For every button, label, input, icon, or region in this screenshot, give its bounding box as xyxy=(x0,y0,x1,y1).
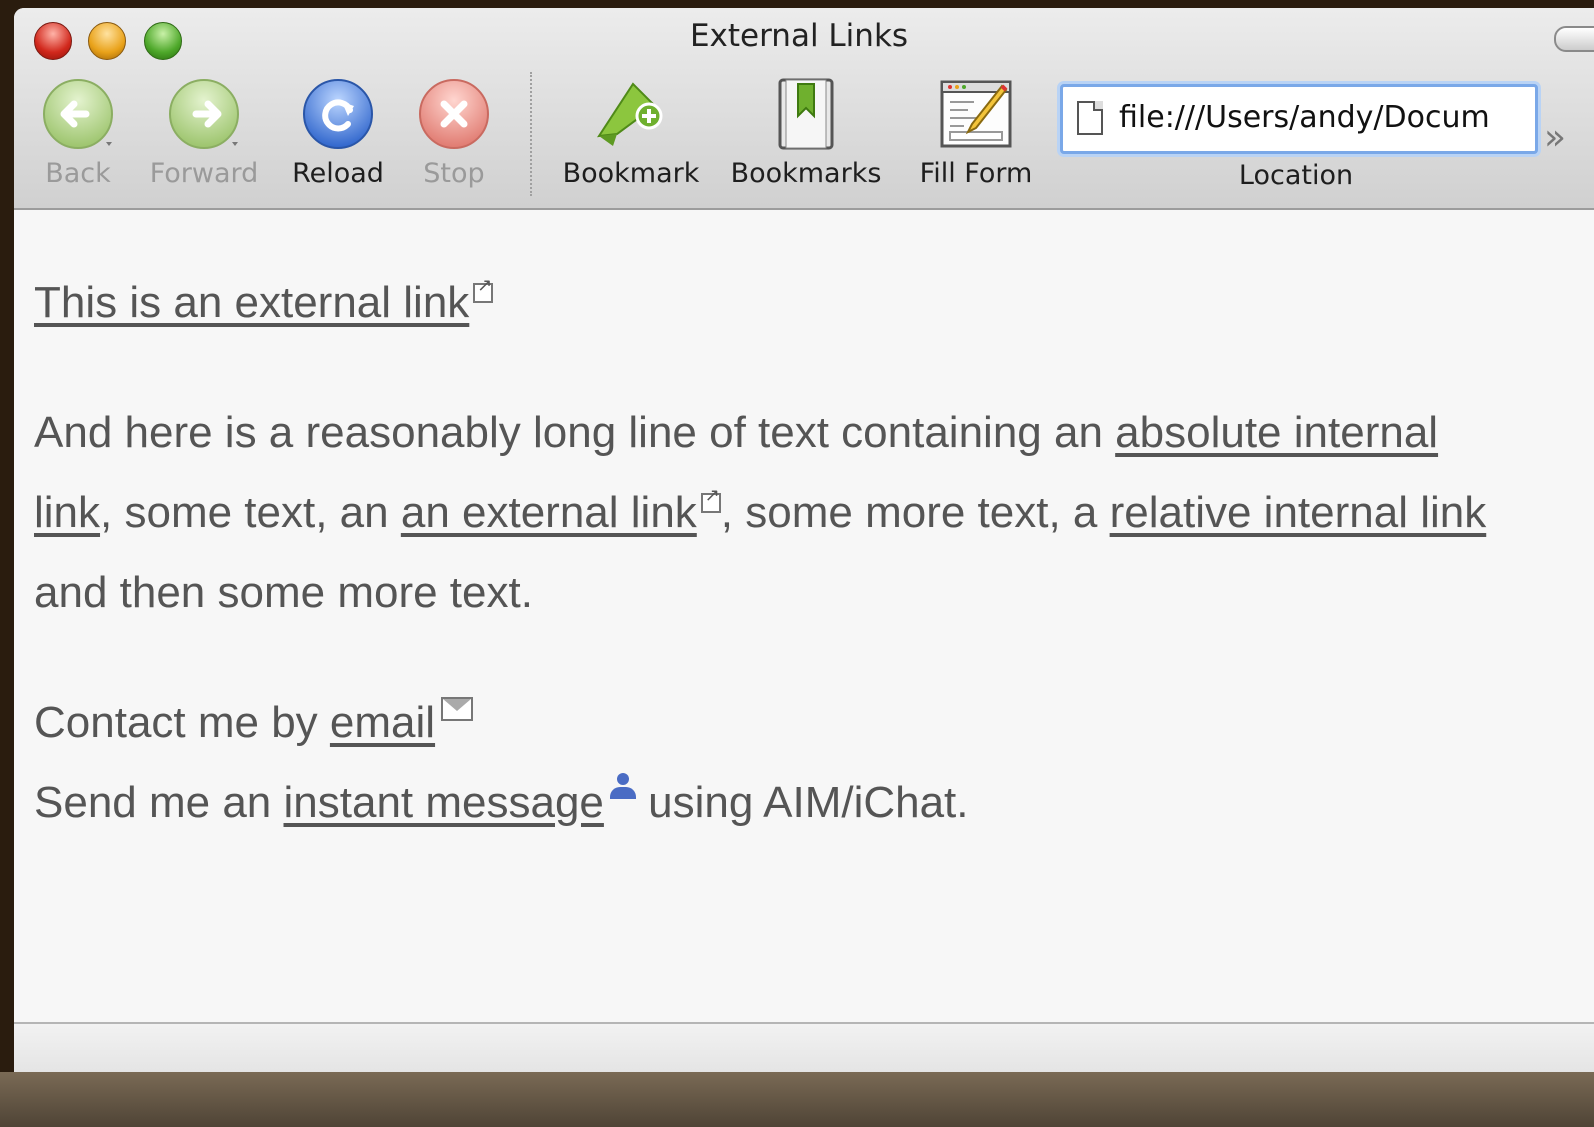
bookmark-add-icon xyxy=(597,82,663,146)
back-button[interactable]: Back xyxy=(36,76,120,189)
toolbar-overflow-chevron-icon[interactable]: » xyxy=(1544,120,1566,156)
toolbar-toggle-button[interactable] xyxy=(1554,26,1594,52)
stop-icon xyxy=(419,79,489,149)
location-bar[interactable] xyxy=(1060,84,1538,154)
bookmarks-button[interactable]: Bookmarks xyxy=(728,76,884,189)
toolbar-separator xyxy=(530,72,532,196)
paragraph-long-line-3: and then some more text. xyxy=(34,568,533,618)
paragraph-text: , some more text, a xyxy=(720,488,1110,537)
page-content: This is an external link And here is a r… xyxy=(14,210,1594,1022)
external-link[interactable]: This is an external link xyxy=(34,278,469,327)
contact-text: Contact me by xyxy=(34,698,330,747)
absolute-internal-link[interactable]: absolute internal xyxy=(1115,408,1438,457)
absolute-internal-link-continued[interactable]: link xyxy=(34,488,100,537)
reload-button[interactable]: Reload xyxy=(286,76,390,189)
im-text: Send me an xyxy=(34,778,284,827)
paragraph-text: , some text, an xyxy=(100,488,401,537)
stop-label: Stop xyxy=(423,158,485,189)
forward-button[interactable]: Forward xyxy=(144,76,264,189)
stop-button[interactable]: Stop xyxy=(412,76,496,189)
browser-window: External Links Back Forward Reload Stop … xyxy=(14,8,1594,1072)
bookmark-label: Bookmark xyxy=(562,158,700,189)
status-bar xyxy=(14,1022,1594,1072)
contact-line: Contact me by email xyxy=(34,697,474,748)
desktop-background xyxy=(0,1072,1594,1127)
external-link-icon xyxy=(700,485,721,513)
forward-arrow-icon xyxy=(169,79,239,149)
email-link[interactable]: email xyxy=(330,698,435,747)
instant-message-line: Send me an instant message using AIM/iCh… xyxy=(34,773,969,828)
bookmarks-label: Bookmarks xyxy=(730,158,882,189)
person-icon xyxy=(609,773,636,801)
instant-message-link[interactable]: instant message xyxy=(284,778,604,827)
paragraph-external-link: This is an external link xyxy=(34,275,494,328)
forward-label: Forward xyxy=(149,158,259,189)
paragraph-long-line-1: And here is a reasonably long line of te… xyxy=(34,408,1438,458)
toolbar-area: External Links Back Forward Reload Stop … xyxy=(14,8,1594,210)
paragraph-text: and then some more text. xyxy=(34,568,533,617)
document-icon xyxy=(1077,101,1103,135)
inline-external-link[interactable]: an external link xyxy=(401,488,697,537)
fill-form-label: Fill Form xyxy=(919,158,1033,189)
back-label: Back xyxy=(45,158,111,189)
location-label: Location xyxy=(1238,160,1354,191)
reload-icon xyxy=(303,79,373,149)
back-arrow-icon xyxy=(43,79,113,149)
reload-label: Reload xyxy=(292,158,384,189)
fill-form-icon xyxy=(940,80,1012,148)
fill-form-button[interactable]: Fill Form xyxy=(908,76,1044,189)
mail-icon xyxy=(441,697,474,721)
relative-internal-link[interactable]: relative internal link xyxy=(1110,488,1487,537)
window-title: External Links xyxy=(689,18,909,54)
bookmarks-icon xyxy=(778,78,834,150)
url-input[interactable] xyxy=(1119,93,1525,141)
paragraph-long-line-2: link, some text, an an external link , so… xyxy=(34,485,1487,538)
paragraph-text: And here is a reasonably long line of te… xyxy=(34,408,1116,457)
external-link-icon xyxy=(473,275,494,303)
im-text: using AIM/iChat. xyxy=(635,778,969,827)
bookmark-button[interactable]: Bookmark xyxy=(558,76,704,189)
